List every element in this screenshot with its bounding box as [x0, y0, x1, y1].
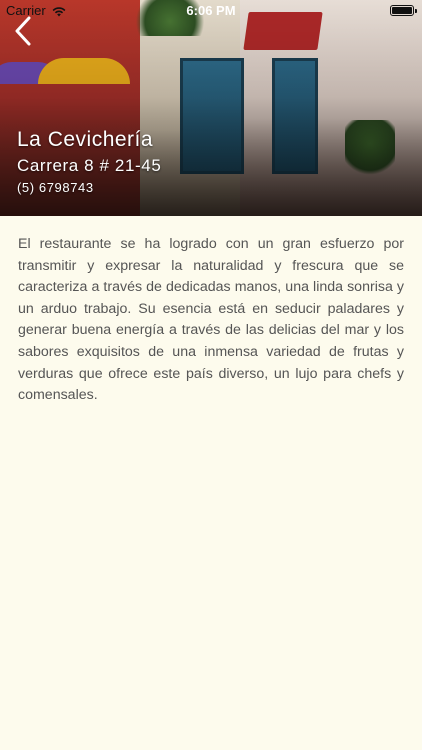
restaurant-description: El restaurante se ha logrado con un gran…: [18, 236, 404, 404]
battery-level: [392, 7, 412, 14]
restaurant-info: La Cevichería Carrera 8 # 21-45 (5) 6798…: [17, 126, 161, 197]
status-bar: Carrier 6:06 PM: [0, 0, 422, 22]
status-time: 6:06 PM: [186, 3, 236, 18]
header-photo: La Cevichería Carrera 8 # 21-45 (5) 6798…: [0, 0, 422, 216]
battery-icon: [390, 5, 417, 16]
restaurant-address: Carrera 8 # 21-45: [17, 156, 162, 175]
restaurant-name: La Cevichería: [17, 128, 154, 151]
restaurant-phone[interactable]: (5) 6798743: [17, 179, 161, 197]
battery-tip: [415, 9, 417, 13]
chevron-left-icon: [15, 16, 31, 46]
back-button[interactable]: [10, 14, 40, 48]
